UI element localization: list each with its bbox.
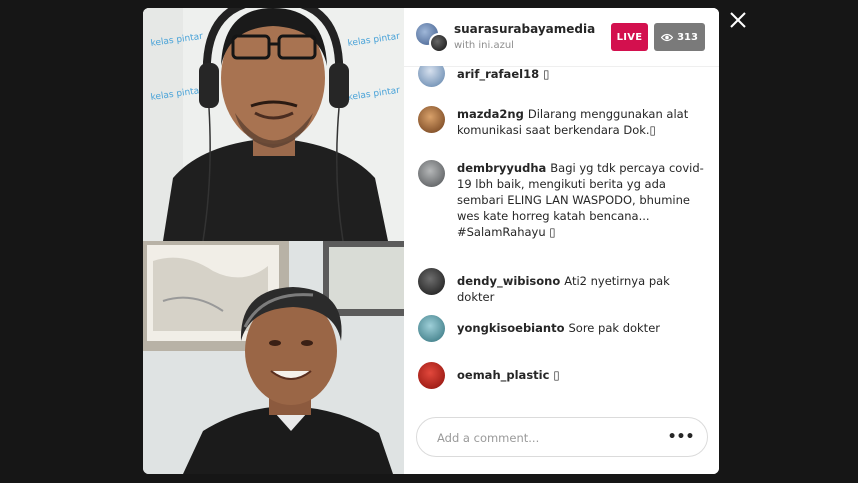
viewer-count-badge: 313 bbox=[654, 23, 705, 51]
comment-body: ▯ bbox=[543, 67, 550, 81]
comment-body: ▯ bbox=[553, 368, 560, 382]
live-badge: LIVE bbox=[611, 23, 648, 51]
comment-list[interactable]: arif_rafael18 ▯ mazda2ng Dilarang mengguna… bbox=[404, 66, 719, 404]
comment-text: yongkisoebianto Sore pak dokter bbox=[457, 320, 709, 336]
host-video-frame: kelas pintar kelas pintar kelas pintar k… bbox=[143, 8, 404, 241]
guest-avatar[interactable] bbox=[429, 33, 449, 53]
comment-avatar[interactable] bbox=[418, 66, 445, 87]
comment-username[interactable]: dendy_wibisono bbox=[457, 274, 560, 288]
live-video-area[interactable]: kelas pintar kelas pintar kelas pintar k… bbox=[143, 8, 404, 474]
close-icon bbox=[730, 12, 746, 28]
live-header: suarasurabayamedia with ini.azul LIVE 31… bbox=[404, 8, 719, 67]
comment-input[interactable] bbox=[435, 427, 659, 449]
comment-text: mazda2ng Dilarang menggunakan alat komuni… bbox=[457, 106, 709, 138]
comment-username[interactable]: dembryyudha bbox=[457, 161, 546, 175]
comment-avatar[interactable] bbox=[418, 268, 445, 295]
comment-username[interactable]: yongkisoebianto bbox=[457, 321, 564, 335]
more-options-button[interactable]: ••• bbox=[667, 427, 695, 447]
comment-username[interactable]: oemah_plastic bbox=[457, 368, 549, 382]
comment-avatar[interactable] bbox=[418, 160, 445, 187]
comment-text: oemah_plastic ▯ bbox=[457, 367, 709, 383]
comment-composer: ••• bbox=[416, 417, 708, 457]
host-subtitle[interactable]: with ini.azul bbox=[454, 40, 514, 51]
guest-video-feed bbox=[143, 241, 404, 474]
comment-text: arif_rafael18 ▯ bbox=[457, 66, 709, 82]
guest-video-frame bbox=[143, 241, 404, 474]
eye-icon bbox=[661, 33, 674, 41]
comment-text: dembryyudha Bagi yg tdk percaya covid-19 … bbox=[457, 160, 709, 240]
host-video-feed: kelas pintar kelas pintar kelas pintar k… bbox=[143, 8, 404, 241]
live-video-modal: kelas pintar kelas pintar kelas pintar k… bbox=[143, 8, 719, 474]
comment-username[interactable]: mazda2ng bbox=[457, 107, 524, 121]
comment-username[interactable]: arif_rafael18 bbox=[457, 67, 539, 81]
comments-panel: suarasurabayamedia with ini.azul LIVE 31… bbox=[404, 8, 719, 474]
host-username[interactable]: suarasurabayamedia bbox=[454, 22, 595, 36]
comment-avatar[interactable] bbox=[418, 106, 445, 133]
comment-avatar[interactable] bbox=[418, 315, 445, 342]
comment-text: dendy_wibisono Ati2 nyetirnya pak dokter bbox=[457, 273, 709, 305]
comment-avatar[interactable] bbox=[418, 362, 445, 389]
close-button[interactable] bbox=[728, 10, 748, 30]
viewer-count: 313 bbox=[677, 31, 698, 43]
comment-body: Sore pak dokter bbox=[568, 321, 660, 335]
